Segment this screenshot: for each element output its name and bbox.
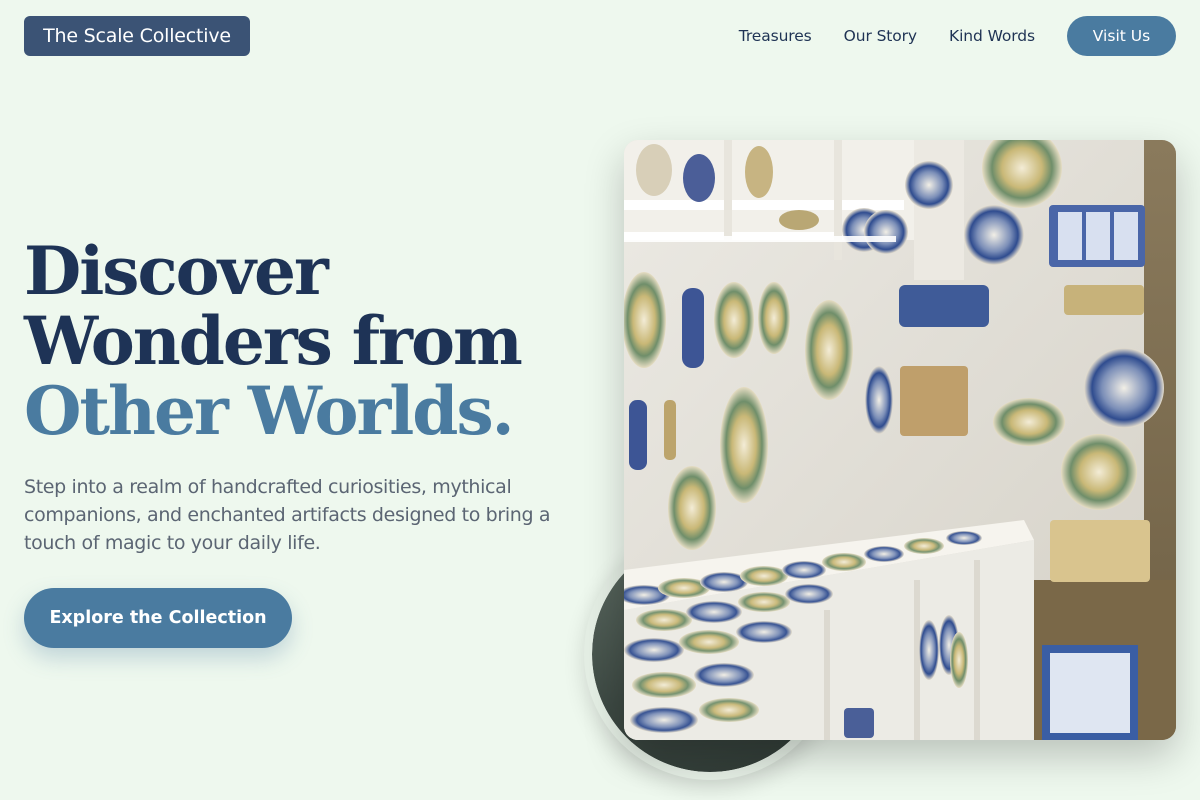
ceramics-shop-photo	[624, 140, 1176, 740]
brand-logo[interactable]: The Scale Collective	[24, 16, 250, 56]
main-nav: Treasures Our Story Kind Words Visit Us	[739, 16, 1176, 56]
nav-link-kind-words[interactable]: Kind Words	[949, 27, 1035, 45]
hero-headline: Discover Wonders from Other Worlds.	[24, 236, 584, 446]
nav-link-treasures[interactable]: Treasures	[739, 27, 812, 45]
nav-link-our-story[interactable]: Our Story	[844, 27, 917, 45]
landing-page: The Scale Collective Treasures Our Story…	[0, 0, 1200, 800]
ceramics-shop-illustration	[624, 140, 1176, 740]
headline-line-2: Wonders from	[24, 302, 523, 380]
explore-collection-button[interactable]: Explore the Collection	[24, 588, 292, 648]
headline-line-1: Discover	[24, 232, 329, 310]
visit-us-button[interactable]: Visit Us	[1067, 16, 1176, 56]
headline-accent: Other Worlds.	[24, 372, 515, 450]
hero-subtext: Step into a realm of handcrafted curiosi…	[24, 476, 551, 554]
